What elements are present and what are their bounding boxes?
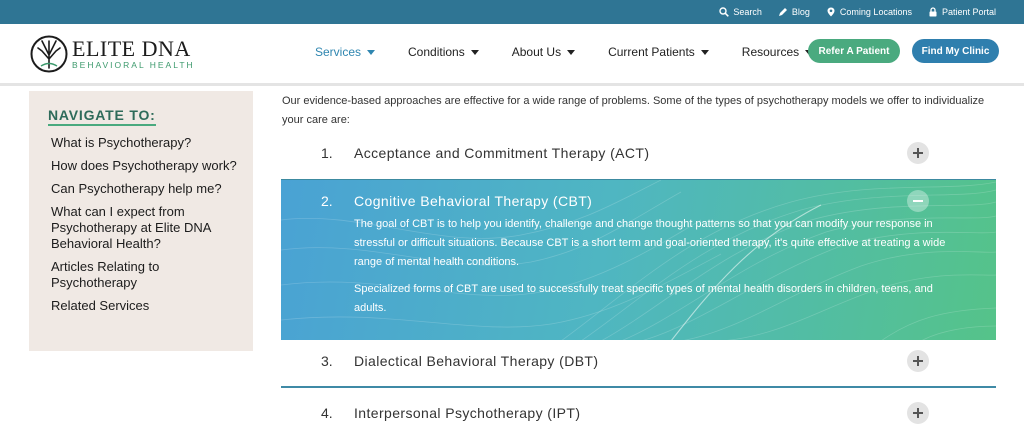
utility-link-label: Patient Portal — [941, 7, 996, 17]
accordion-paragraph: The goal of CBT is to help you identify,… — [354, 218, 946, 268]
find-clinic-button[interactable]: Find My Clinic — [912, 39, 999, 63]
collapse-button[interactable] — [907, 190, 929, 212]
search-icon — [719, 7, 730, 17]
nav-label: About Us — [511, 45, 562, 59]
accordion-title: Dialectical Behavioral Therapy (DBT) — [354, 353, 599, 369]
accordion-item-dbt[interactable]: 3. Dialectical Behavioral Therapy (DBT) — [281, 337, 996, 385]
accordion-number: 4. — [321, 405, 333, 421]
utility-bar: Search Blog Coming Locations Patient Por… — [0, 0, 1024, 24]
accordion-number: 3. — [321, 353, 333, 369]
accordion-item-act[interactable]: 1. Acceptance and Commitment Therapy (AC… — [281, 129, 996, 177]
utility-link-label: Coming Locations — [839, 7, 912, 17]
accordion-number: 2. — [321, 193, 333, 209]
sidebar-navigate: NAVIGATE TO: What is Psychotherapy? How … — [29, 91, 253, 351]
pencil-icon — [778, 8, 787, 16]
accordion-item-ipt[interactable]: 4. Interpersonal Psychotherapy (IPT) — [281, 389, 996, 437]
nav-about-us[interactable]: About Us — [511, 45, 576, 59]
accordion-number: 1. — [321, 145, 333, 161]
accordion-title: Cognitive Behavioral Therapy (CBT) — [354, 193, 593, 209]
logo-tagline: BEHAVIORAL HEALTH — [72, 59, 195, 70]
plus-icon — [913, 356, 923, 366]
main-nav: Services Conditions About Us Current Pat… — [315, 45, 846, 59]
utility-link-search[interactable]: Search — [719, 7, 762, 17]
sidebar-item-what-is[interactable]: What is Psychotherapy? — [48, 135, 243, 151]
chevron-down-icon — [470, 49, 479, 55]
chevron-down-icon — [367, 49, 376, 55]
plus-icon — [913, 148, 923, 158]
expand-button[interactable] — [907, 142, 929, 164]
plus-icon — [913, 408, 923, 418]
utility-link-portal[interactable]: Patient Portal — [928, 7, 996, 17]
sidebar-item-how-works[interactable]: How does Psychotherapy work? — [48, 158, 243, 174]
location-pin-icon — [827, 7, 835, 17]
utility-link-blog[interactable]: Blog — [778, 7, 810, 17]
nav-label: Current Patients — [608, 45, 695, 59]
nav-label: Conditions — [408, 45, 465, 59]
nav-label: Resources — [741, 45, 800, 59]
minus-icon — [913, 200, 923, 202]
accordion-item-cbt[interactable]: 2. Cognitive Behavioral Therapy (CBT) Th… — [281, 179, 996, 340]
site-header: ELITE DNA BEHAVIORAL HEALTH Services Con… — [0, 24, 1024, 86]
nav-label: Services — [315, 45, 362, 59]
utility-link-label: Search — [733, 7, 762, 17]
utility-link-label: Blog — [791, 7, 810, 17]
sidebar-item-articles[interactable]: Articles Relating to Psychotherapy — [48, 259, 243, 291]
chevron-down-icon — [567, 49, 576, 55]
nav-resources[interactable]: Resources — [741, 45, 814, 59]
utility-link-locations[interactable]: Coming Locations — [826, 7, 912, 17]
intro-text: Our evidence-based approaches are effect… — [282, 95, 985, 126]
site-logo[interactable]: ELITE DNA BEHAVIORAL HEALTH — [30, 35, 195, 73]
logo-name: ELITE DNA — [72, 35, 191, 61]
accordion-title: Acceptance and Commitment Therapy (ACT) — [354, 145, 650, 161]
sidebar-item-what-expect[interactable]: What can I expect from Psychotherapy at … — [48, 204, 243, 252]
nav-current-patients[interactable]: Current Patients — [608, 45, 709, 59]
expand-button[interactable] — [907, 402, 929, 424]
nav-conditions[interactable]: Conditions — [408, 45, 479, 59]
lock-icon — [929, 7, 937, 17]
expand-button[interactable] — [907, 350, 929, 372]
sidebar-item-related[interactable]: Related Services — [48, 298, 243, 314]
nav-services[interactable]: Services — [315, 45, 376, 59]
refer-patient-button[interactable]: Refer A Patient — [808, 39, 900, 63]
sidebar-title: NAVIGATE TO: — [48, 107, 156, 126]
accordion-title: Interpersonal Psychotherapy (IPT) — [354, 405, 581, 421]
tree-logo-icon — [30, 35, 68, 73]
sidebar-item-can-help[interactable]: Can Psychotherapy help me? — [48, 181, 243, 197]
accordion-body: The goal of CBT is to help you identify,… — [281, 215, 996, 318]
accordion-divider — [281, 386, 996, 388]
chevron-down-icon — [700, 49, 709, 55]
accordion-paragraph: Specialized forms of CBT are used to suc… — [354, 283, 933, 314]
utility-links: Search Blog Coming Locations Patient Por… — [719, 0, 996, 24]
